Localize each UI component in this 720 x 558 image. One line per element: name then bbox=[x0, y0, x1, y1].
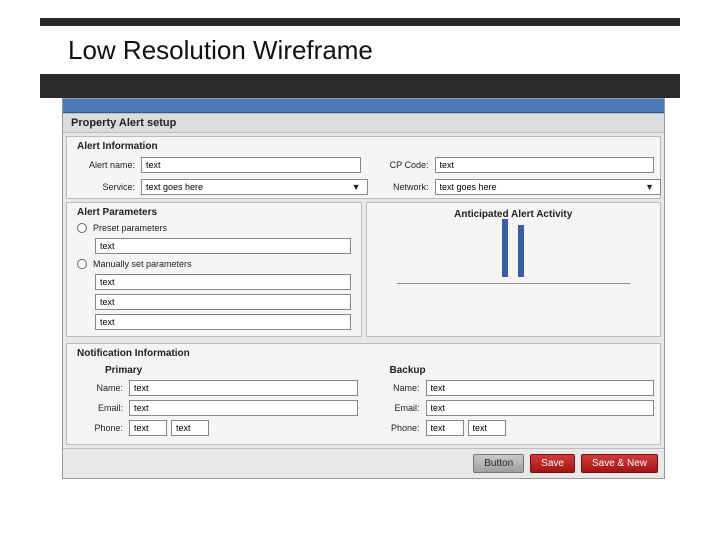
primary-email-input[interactable] bbox=[129, 400, 358, 416]
page-title: Property Alert setup bbox=[63, 113, 664, 133]
backup-phone-1[interactable] bbox=[426, 420, 464, 436]
alert-parameters-panel: Alert Parameters Preset parameters Manua… bbox=[66, 202, 362, 337]
manual-field-3[interactable] bbox=[95, 314, 351, 330]
save-button[interactable]: Save bbox=[530, 454, 575, 473]
alert-information-panel: Alert Information Alert name: CP Code: S… bbox=[66, 136, 661, 199]
alert-info-heading: Alert Information bbox=[67, 137, 660, 154]
network-select[interactable] bbox=[435, 179, 662, 195]
b-email-label: Email: bbox=[370, 403, 420, 413]
anticipated-activity-panel: Anticipated Alert Activity bbox=[366, 202, 662, 337]
primary-name-input[interactable] bbox=[129, 380, 358, 396]
service-label: Service: bbox=[73, 182, 135, 192]
activity-title: Anticipated Alert Activity bbox=[367, 203, 661, 222]
app-frame: Property Alert setup Alert Information A… bbox=[62, 98, 665, 479]
manual-field-2[interactable] bbox=[95, 294, 351, 310]
b-name-label: Name: bbox=[370, 383, 420, 393]
notification-heading: Notification Information bbox=[67, 344, 660, 361]
backup-email-input[interactable] bbox=[426, 400, 655, 416]
chart-bar bbox=[502, 219, 508, 277]
backup-name-input[interactable] bbox=[426, 380, 655, 396]
primary-heading: Primary bbox=[73, 363, 358, 378]
b-phone-label: Phone: bbox=[370, 423, 420, 433]
alert-params-heading: Alert Parameters bbox=[67, 203, 361, 220]
cp-code-input[interactable] bbox=[435, 157, 655, 173]
button-bar: Button Save Save & New bbox=[63, 448, 664, 478]
cp-code-label: CP Code: bbox=[367, 160, 429, 170]
preset-field[interactable] bbox=[95, 238, 351, 254]
primary-phone-1[interactable] bbox=[129, 420, 167, 436]
preset-radio[interactable] bbox=[77, 223, 87, 233]
backup-heading: Backup bbox=[370, 363, 655, 378]
network-label: Network: bbox=[367, 182, 429, 192]
save-and-new-button[interactable]: Save & New bbox=[581, 454, 658, 473]
primary-phone-2[interactable] bbox=[171, 420, 209, 436]
alert-name-input[interactable] bbox=[141, 157, 361, 173]
p-name-label: Name: bbox=[73, 383, 123, 393]
preset-label: Preset parameters bbox=[93, 223, 167, 233]
manual-radio[interactable] bbox=[77, 259, 87, 269]
manual-field-1[interactable] bbox=[95, 274, 351, 290]
activity-chart bbox=[397, 222, 631, 284]
slide-title: Low Resolution Wireframe bbox=[40, 35, 373, 66]
button-generic[interactable]: Button bbox=[473, 454, 524, 473]
chart-bar bbox=[518, 225, 524, 277]
service-select[interactable] bbox=[141, 179, 368, 195]
p-email-label: Email: bbox=[73, 403, 123, 413]
p-phone-label: Phone: bbox=[73, 423, 123, 433]
title-underbar bbox=[40, 74, 680, 98]
top-divider bbox=[40, 18, 680, 26]
window-titlebar bbox=[63, 99, 664, 113]
notification-panel: Notification Information Primary Name: E… bbox=[66, 343, 661, 445]
alert-name-label: Alert name: bbox=[73, 160, 135, 170]
backup-phone-2[interactable] bbox=[468, 420, 506, 436]
manual-label: Manually set parameters bbox=[93, 259, 192, 269]
